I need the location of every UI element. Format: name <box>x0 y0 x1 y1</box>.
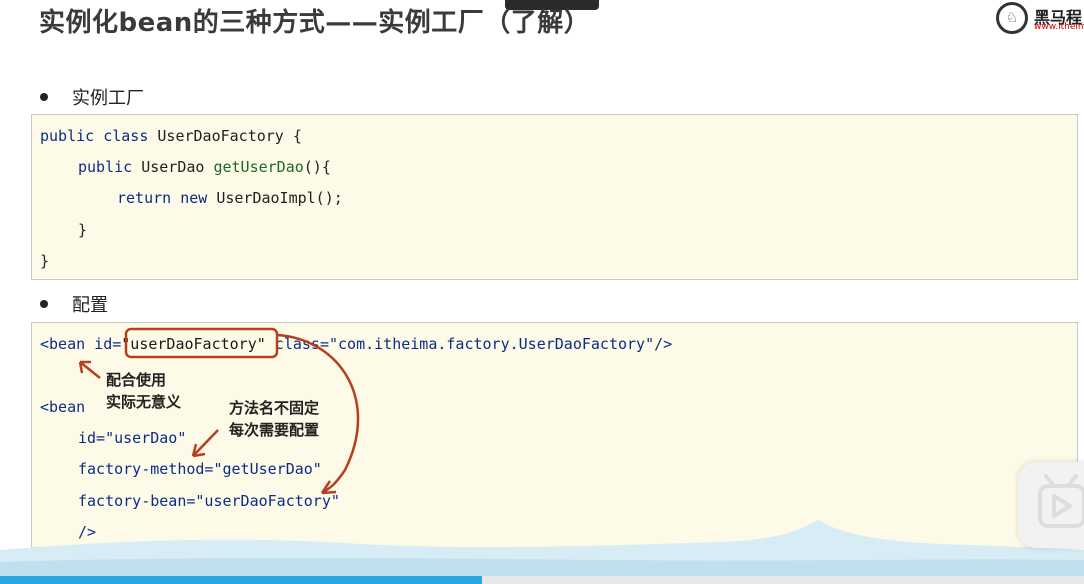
note-line: 每次需要配置 <box>229 421 320 439</box>
annotation-overlay <box>78 327 360 495</box>
note-line: 实际无意义 <box>106 393 182 411</box>
note-line: 配合使用 <box>106 371 167 389</box>
note2-arrow <box>192 429 219 457</box>
progress-fill <box>0 576 483 584</box>
note-line: 方法名不固定 <box>229 399 320 417</box>
play-button[interactable] <box>1018 462 1084 548</box>
note1-arrow <box>79 361 101 379</box>
id-highlight-box <box>124 327 279 359</box>
note-method-name: 方法名不固定 每次需要配置 <box>229 397 319 441</box>
play-icon <box>1038 474 1084 528</box>
bottom-wave <box>0 520 1084 576</box>
note-used-together: 配合使用 实际无意义 <box>106 369 181 413</box>
